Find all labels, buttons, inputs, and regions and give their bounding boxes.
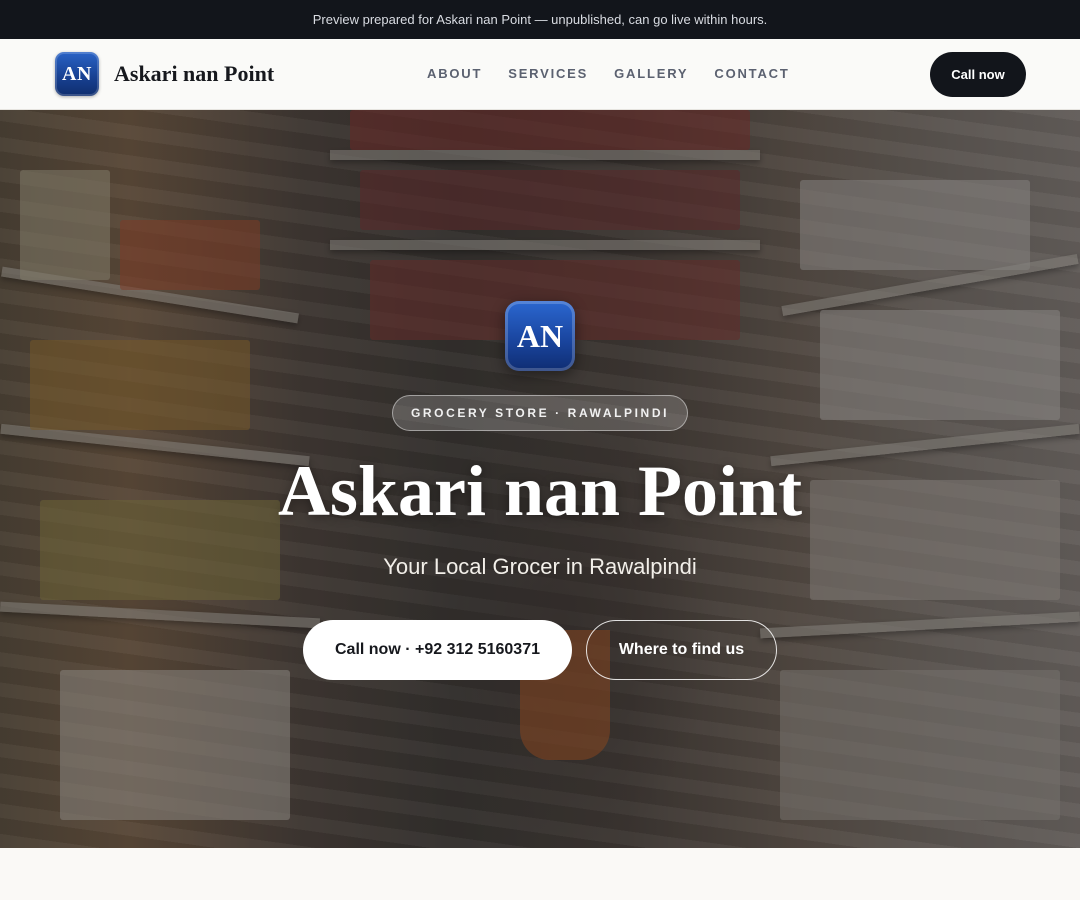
header-call-button[interactable]: Call now [930,52,1026,97]
preview-notice-bar: Preview prepared for Askari nan Point — … [0,0,1080,39]
nav-link-services[interactable]: SERVICES [508,66,588,81]
nav-link-contact[interactable]: CONTACT [714,66,789,81]
hero-call-button[interactable]: Call now · +92 312 5160371 [303,620,572,680]
hero-logo-initials: AN [516,317,564,354]
brand-name[interactable]: Askari nan Point [114,61,274,87]
hero-section: AN GROCERY STORE · RAWALPINDI Askari nan… [0,110,1080,848]
hero-category-badge: GROCERY STORE · RAWALPINDI [392,395,688,431]
hero-title: Askari nan Point [277,451,803,531]
main-nav: ABOUT SERVICES GALLERY CONTACT [427,66,790,81]
preview-notice-text: Preview prepared for Askari nan Point — … [312,12,768,27]
brand-logo-initials: AN [62,62,92,85]
brand-logo-icon[interactable]: AN [55,52,99,96]
hero-location-button[interactable]: Where to find us [586,620,777,680]
nav-link-gallery[interactable]: GALLERY [614,66,688,81]
nav-link-about[interactable]: ABOUT [427,66,482,81]
next-section [0,848,1080,900]
site-header: AN Askari nan Point ABOUT SERVICES GALLE… [0,39,1080,110]
hero-subtitle: Your Local Grocer in Rawalpindi [383,554,697,579]
hero-logo-icon: AN [505,301,575,371]
